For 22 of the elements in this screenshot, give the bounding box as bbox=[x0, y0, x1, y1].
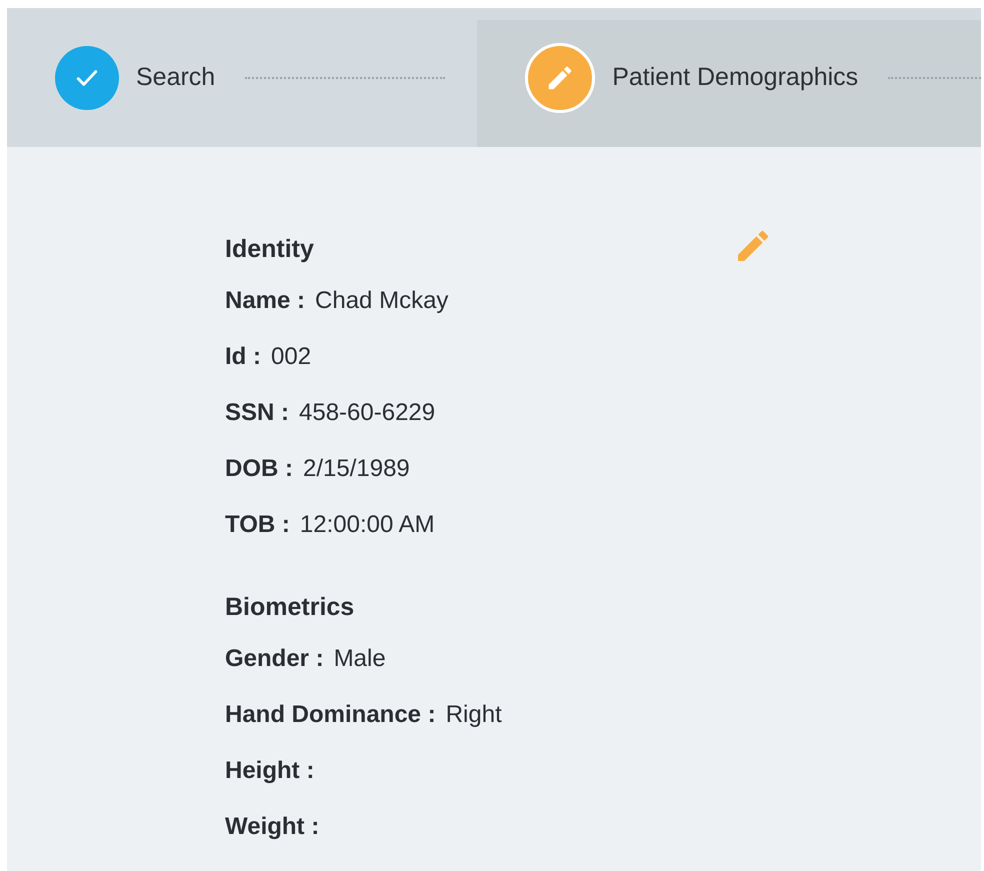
field-value: 002 bbox=[271, 343, 312, 371]
field-label: TOB : bbox=[225, 511, 290, 539]
field-label: DOB : bbox=[225, 455, 293, 483]
field-value: 458-60-6229 bbox=[299, 399, 436, 427]
field-value: 12:00:00 AM bbox=[300, 511, 435, 539]
field-value: Male bbox=[334, 645, 386, 673]
step-label: Search bbox=[136, 63, 216, 92]
step-label: Patient Demographics bbox=[612, 63, 858, 92]
field-value: Chad Mckay bbox=[315, 287, 448, 315]
field-label: Name : bbox=[225, 287, 306, 315]
step-tab[interactable]: Search bbox=[55, 8, 478, 147]
section-heading: Biometrics bbox=[225, 592, 354, 622]
field-label: Weight : bbox=[225, 813, 320, 841]
field-label: Height : bbox=[225, 757, 314, 785]
field-label: Hand Dominance : bbox=[225, 701, 436, 729]
field-value: Right bbox=[446, 701, 502, 729]
field-value: 2/15/1989 bbox=[303, 455, 410, 483]
section-heading: Identity bbox=[225, 234, 314, 264]
field-label: SSN : bbox=[225, 399, 290, 427]
field-label: Gender : bbox=[225, 645, 324, 673]
field-label: Id : bbox=[225, 343, 261, 371]
step-tab[interactable]: Patient Demographics bbox=[477, 20, 981, 147]
